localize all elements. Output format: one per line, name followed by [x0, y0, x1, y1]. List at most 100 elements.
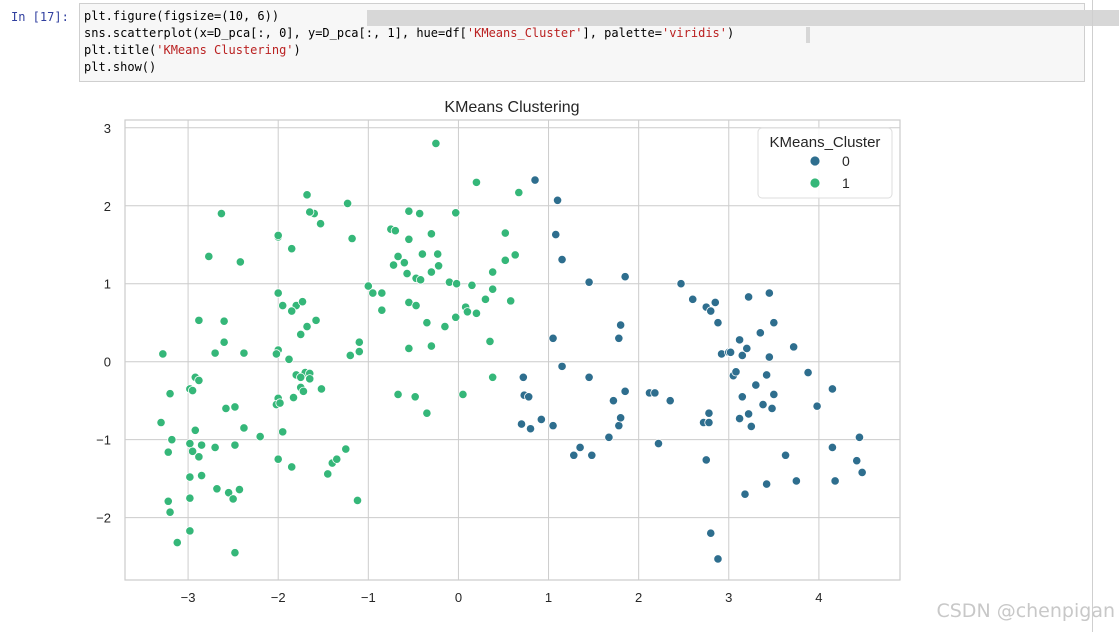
data-point-cluster-1: [471, 177, 482, 187]
data-point-cluster-1: [273, 288, 283, 298]
data-point-cluster-1: [393, 389, 403, 400]
data-point-cluster-1: [506, 296, 516, 306]
data-point-cluster-1: [273, 230, 283, 240]
data-point-cluster-1: [426, 267, 436, 277]
data-point-cluster-0: [548, 421, 558, 431]
x-tick-label: 4: [815, 590, 822, 605]
data-point-cluster-1: [219, 316, 229, 326]
data-point-cluster-1: [417, 249, 427, 259]
code-text: plt.show(): [84, 60, 157, 74]
data-point-cluster-1: [341, 444, 351, 454]
data-point-cluster-0: [764, 288, 774, 298]
data-point-cluster-1: [404, 206, 414, 216]
data-point-cluster-0: [854, 432, 865, 442]
code-line-4: plt.show(): [84, 59, 156, 75]
data-point-cluster-1: [287, 306, 297, 316]
data-point-cluster-0: [744, 409, 754, 419]
data-point-cluster-1: [488, 267, 498, 277]
data-point-cluster-1: [315, 219, 326, 229]
window-border: [1092, 0, 1093, 632]
data-point-cluster-0: [769, 389, 779, 400]
data-point-cluster-1: [297, 297, 308, 307]
data-point-cluster-0: [713, 318, 723, 328]
data-point-cluster-0: [616, 413, 626, 423]
data-point-cluster-1: [278, 427, 288, 437]
data-point-cluster-1: [278, 300, 288, 311]
data-point-cluster-1: [377, 305, 387, 315]
legend-label-1: 1: [842, 175, 850, 191]
code-editor[interactable]: plt.figure(figsize=(10, 6)) sns.scatterp…: [79, 3, 1119, 82]
code-text: ): [727, 26, 735, 40]
data-point-cluster-1: [390, 226, 400, 236]
data-point-cluster-0: [530, 175, 540, 185]
data-point-cluster-1: [234, 484, 245, 495]
data-point-cluster-1: [275, 398, 285, 408]
data-point-cluster-0: [767, 403, 777, 414]
data-point-cluster-1: [196, 440, 207, 450]
data-point-cluster-0: [830, 476, 840, 486]
legend-marker-0: [809, 155, 821, 167]
text-selection: [806, 27, 810, 43]
data-point-cluster-1: [452, 279, 462, 289]
data-point-cluster-0: [525, 424, 536, 434]
data-point-cluster-1: [347, 233, 357, 244]
data-point-cluster-1: [187, 385, 198, 396]
data-point-cluster-0: [758, 399, 768, 410]
y-tick-label: 3: [104, 121, 111, 136]
data-point-cluster-1: [323, 469, 333, 479]
code-line-2: sns.scatterplot(x=D_pca[:, 0], y=D_pca[:…: [84, 25, 734, 41]
data-point-cluster-1: [165, 507, 175, 517]
data-point-cluster-1: [239, 348, 249, 358]
data-point-cluster-0: [676, 279, 686, 289]
data-point-cluster-1: [415, 208, 425, 219]
data-point-cluster-0: [548, 333, 558, 343]
data-point-cluster-1: [305, 207, 315, 217]
data-point-cluster-1: [467, 280, 477, 290]
code-text: ], palette=: [582, 26, 662, 40]
data-point-cluster-1: [302, 322, 312, 332]
data-point-cluster-1: [431, 138, 441, 148]
data-point-cluster-0: [740, 489, 750, 499]
data-point-cluster-1: [185, 493, 195, 503]
data-point-cluster-1: [433, 249, 443, 259]
data-point-cluster-0: [701, 455, 711, 465]
chart-legend: KMeans_Cluster 0 1: [757, 127, 893, 199]
data-point-cluster-1: [158, 349, 168, 359]
data-point-cluster-0: [604, 432, 614, 442]
data-point-cluster-1: [190, 425, 200, 435]
data-point-cluster-0: [803, 368, 813, 378]
data-point-cluster-0: [734, 414, 745, 424]
data-point-cluster-0: [620, 386, 630, 396]
data-point-cluster-1: [500, 228, 510, 238]
data-point-cluster-1: [296, 329, 306, 340]
data-point-cluster-0: [780, 450, 791, 460]
data-point-cluster-0: [734, 335, 745, 345]
data-point-cluster-0: [616, 320, 626, 330]
data-point-cluster-1: [332, 454, 342, 464]
data-point-cluster-1: [458, 389, 468, 400]
x-tick-label: −3: [181, 590, 196, 605]
data-point-cluster-0: [737, 392, 747, 402]
data-point-cluster-1: [185, 438, 195, 449]
x-tick-label: 3: [725, 590, 732, 605]
data-point-cluster-0: [789, 342, 799, 352]
scatter-chart: KMeans Clustering −3 −2 −1 0 1 2 3 4 −2 −1 0 1 2 3 KM…: [96, 99, 901, 605]
data-point-cluster-1: [462, 307, 473, 317]
data-point-cluster-1: [402, 268, 412, 279]
data-point-cluster-0: [536, 414, 546, 424]
data-point-cluster-1: [163, 496, 173, 506]
data-point-cluster-1: [172, 537, 182, 548]
code-text: plt.title(: [84, 43, 157, 57]
data-point-cluster-1: [426, 229, 436, 239]
data-point-cluster-0: [557, 361, 567, 371]
data-point-cluster-1: [230, 548, 240, 558]
data-point-cluster-0: [710, 297, 720, 308]
y-tick-label: 2: [104, 199, 111, 214]
data-point-cluster-1: [316, 384, 327, 394]
data-point-cluster-1: [165, 389, 175, 399]
y-tick-label: 1: [104, 277, 111, 292]
data-point-cluster-1: [228, 494, 238, 504]
code-line-1: plt.figure(figsize=(10, 6)): [84, 8, 279, 24]
data-point-cluster-1: [230, 402, 240, 412]
data-point-cluster-1: [271, 349, 281, 359]
